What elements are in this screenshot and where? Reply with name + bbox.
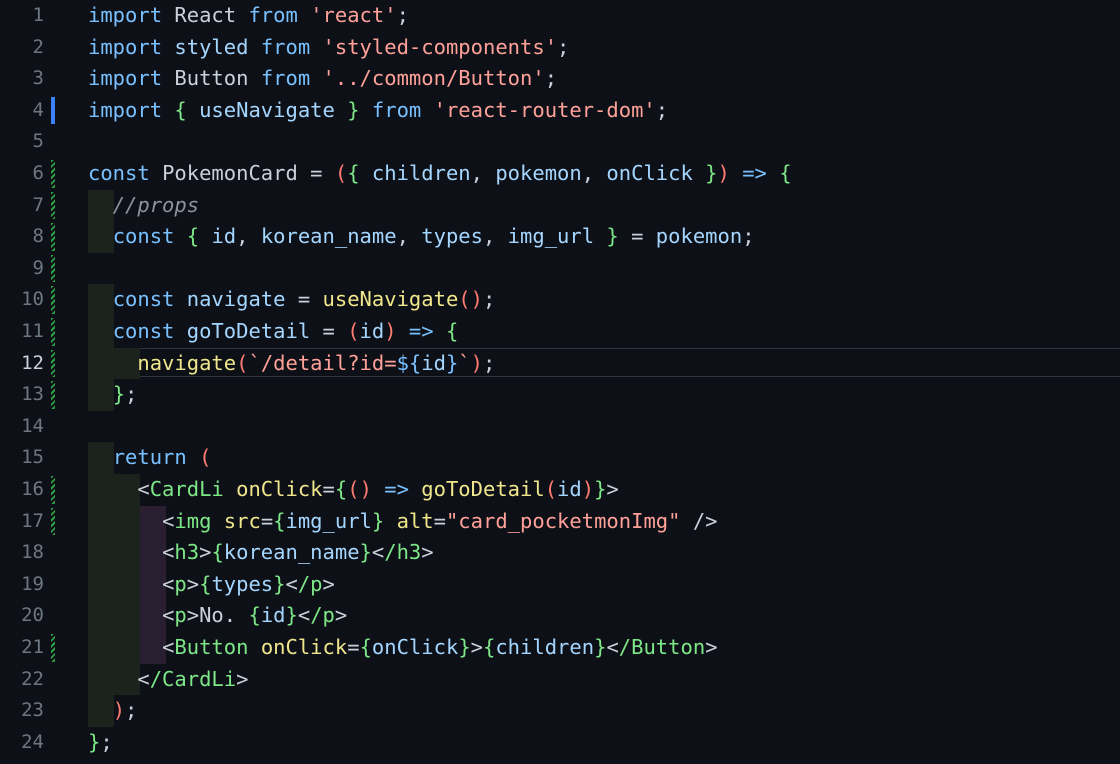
line-number: 7 [32,193,44,216]
line-number: 19 [21,572,44,595]
code-text: }; [88,729,113,754]
code-text: const PokemonCard = ({ children, pokemon… [88,161,792,185]
code-text: import styled from 'styled-components'; [88,34,570,59]
code-line[interactable]: 22 </CardLi> [0,663,1120,696]
added-line-marker [51,160,55,188]
line-number: 17 [21,509,44,532]
code-line[interactable]: 7 //props [0,189,1120,222]
line-number: 1 [32,4,44,26]
code-text: <CardLi onClick={() => goToDetail(id)}> [137,477,619,501]
modified-line-marker [51,96,55,125]
code-line[interactable]: 20 <p>No. {id}</p> [0,600,1120,632]
code-line[interactable]: 21 <Button onClick={onClick}>{children}<… [0,632,1120,664]
added-line-marker [51,191,55,220]
code-text: ); [112,698,138,723]
code-line[interactable]: 12 navigate(`/detail?id=${id}`); [0,347,1120,380]
code-line[interactable]: 11 const goToDetail = (id) => { [0,316,1120,348]
code-text: const { id, korean_name, types, img_url … [112,224,755,249]
code-text: import React from 'react'; [88,3,409,27]
line-number: 9 [32,256,44,279]
code-text: return ( [112,445,212,470]
code-line[interactable]: 3 import Button from '../common/Button'; [0,63,1120,95]
line-number: 2 [32,35,44,58]
code-text: const navigate = useNavigate(); [112,287,496,312]
code-text: <h3>{korean_name}</h3> [162,540,434,565]
added-line-marker [51,381,55,409]
added-line-marker [51,318,55,346]
code-text: <img src={img_url} alt="card_pocketmonIm… [162,508,718,533]
line-number: 22 [21,667,44,690]
line-number: 3 [32,67,44,90]
code-line[interactable]: 17 <img src={img_url} alt="card_pocketmo… [0,505,1120,538]
code-line[interactable]: 24}; [0,727,1120,759]
line-number: 21 [21,636,44,658]
code-line[interactable]: 16 <CardLi onClick={() => goToDetail(id)… [0,474,1120,506]
code-line[interactable]: 5 [0,126,1120,158]
code-text: <p>{types}</p> [162,571,335,596]
code-line[interactable]: 19 <p>{types}</p> [0,568,1120,601]
line-number: 6 [32,162,44,184]
code-line[interactable]: 14 [0,411,1120,443]
added-line-marker [51,349,55,378]
code-line[interactable]: 2 import styled from 'styled-components'; [0,32,1120,64]
code-text: <Button onClick={onClick}>{children}</Bu… [162,635,718,659]
code-text: import Button from '../common/Button'; [88,66,558,91]
added-line-marker [51,254,55,283]
code-text: </CardLi> [137,666,249,691]
line-number: 16 [21,478,44,500]
line-number: 11 [21,320,44,342]
code-line[interactable]: 13 }; [0,379,1120,411]
code-line[interactable]: 4 import { useNavigate } from 'react-rout… [0,95,1120,127]
code-editor[interactable]: 1 import React from 'react'; 2 import style… [0,0,1120,764]
line-number: 4 [32,98,44,121]
code-line[interactable]: 23 ); [0,695,1120,727]
added-line-marker [51,476,55,504]
line-number: 24 [21,730,44,753]
code-text: //props [112,192,200,217]
code-text: }; [112,382,138,407]
code-line[interactable]: 6 const PokemonCard = ({ children, pokemo… [0,158,1120,190]
code-text: navigate(`/detail?id=${id}`); [137,350,496,375]
line-number: 14 [21,414,44,437]
code-line[interactable]: 9 [0,253,1120,285]
line-number: 10 [21,288,44,311]
code-text: import { useNavigate } from 'react-route… [88,97,669,122]
added-line-marker [51,223,55,251]
added-line-marker [51,634,55,662]
code-line[interactable]: 18 <h3>{korean_name}</h3> [0,537,1120,569]
line-number: 20 [21,604,44,627]
added-line-marker [51,507,55,536]
code-line[interactable]: 15 return ( [0,442,1120,474]
line-number: 8 [32,225,44,248]
line-number: 23 [21,699,44,722]
line-number: 18 [21,541,44,564]
line-number: 5 [32,130,44,153]
line-number: 15 [21,446,44,469]
line-number: 12 [21,351,44,374]
code-line[interactable]: 1 import React from 'react'; [0,0,1120,32]
added-line-marker [51,286,55,314]
code-line[interactable]: 8 const { id, korean_name, types, img_ur… [0,221,1120,253]
code-text: <p>No. {id}</p> [162,603,348,628]
line-number: 13 [21,383,44,406]
code-line[interactable]: 10 const navigate = useNavigate(); [0,284,1120,316]
code-text: const goToDetail = (id) => { [112,319,459,343]
